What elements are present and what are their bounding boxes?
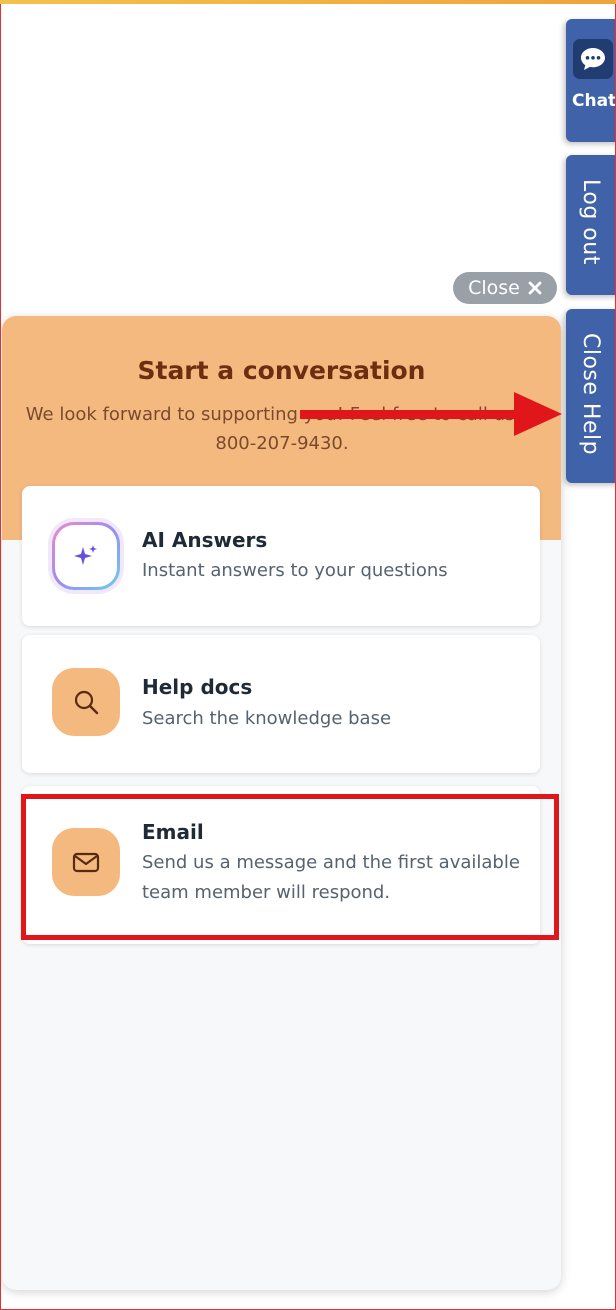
logout-tab[interactable]: Log out [566,155,616,295]
help-docs-title: Help docs [142,675,253,699]
close-help-tab-label: Close Help [578,333,603,456]
chat-bubble-icon [573,39,613,79]
ai-answers-description: Instant answers to your questions [142,560,448,581]
highlight-box-email [21,794,559,940]
close-help-tab[interactable]: Close Help [566,309,616,483]
top-border-strip [0,0,616,4]
close-x-icon [528,281,542,295]
close-button-label: Close [468,277,520,299]
close-widget-button[interactable]: Close [453,272,557,304]
chat-tab[interactable]: Chat [566,19,616,142]
logout-tab-label: Log out [578,179,603,265]
ai-answers-option[interactable]: AI Answers Instant answers to your quest… [22,486,540,626]
sparkles-icon [52,522,120,590]
help-docs-option[interactable]: Help docs Search the knowledge base [22,635,540,773]
panel-title: Start a conversation [137,356,426,385]
chat-tab-label: Chat [572,91,616,111]
annotation-arrow-icon [300,392,562,436]
help-docs-description: Search the knowledge base [142,708,392,729]
search-icon [52,668,120,736]
ai-answers-title: AI Answers [142,528,268,552]
